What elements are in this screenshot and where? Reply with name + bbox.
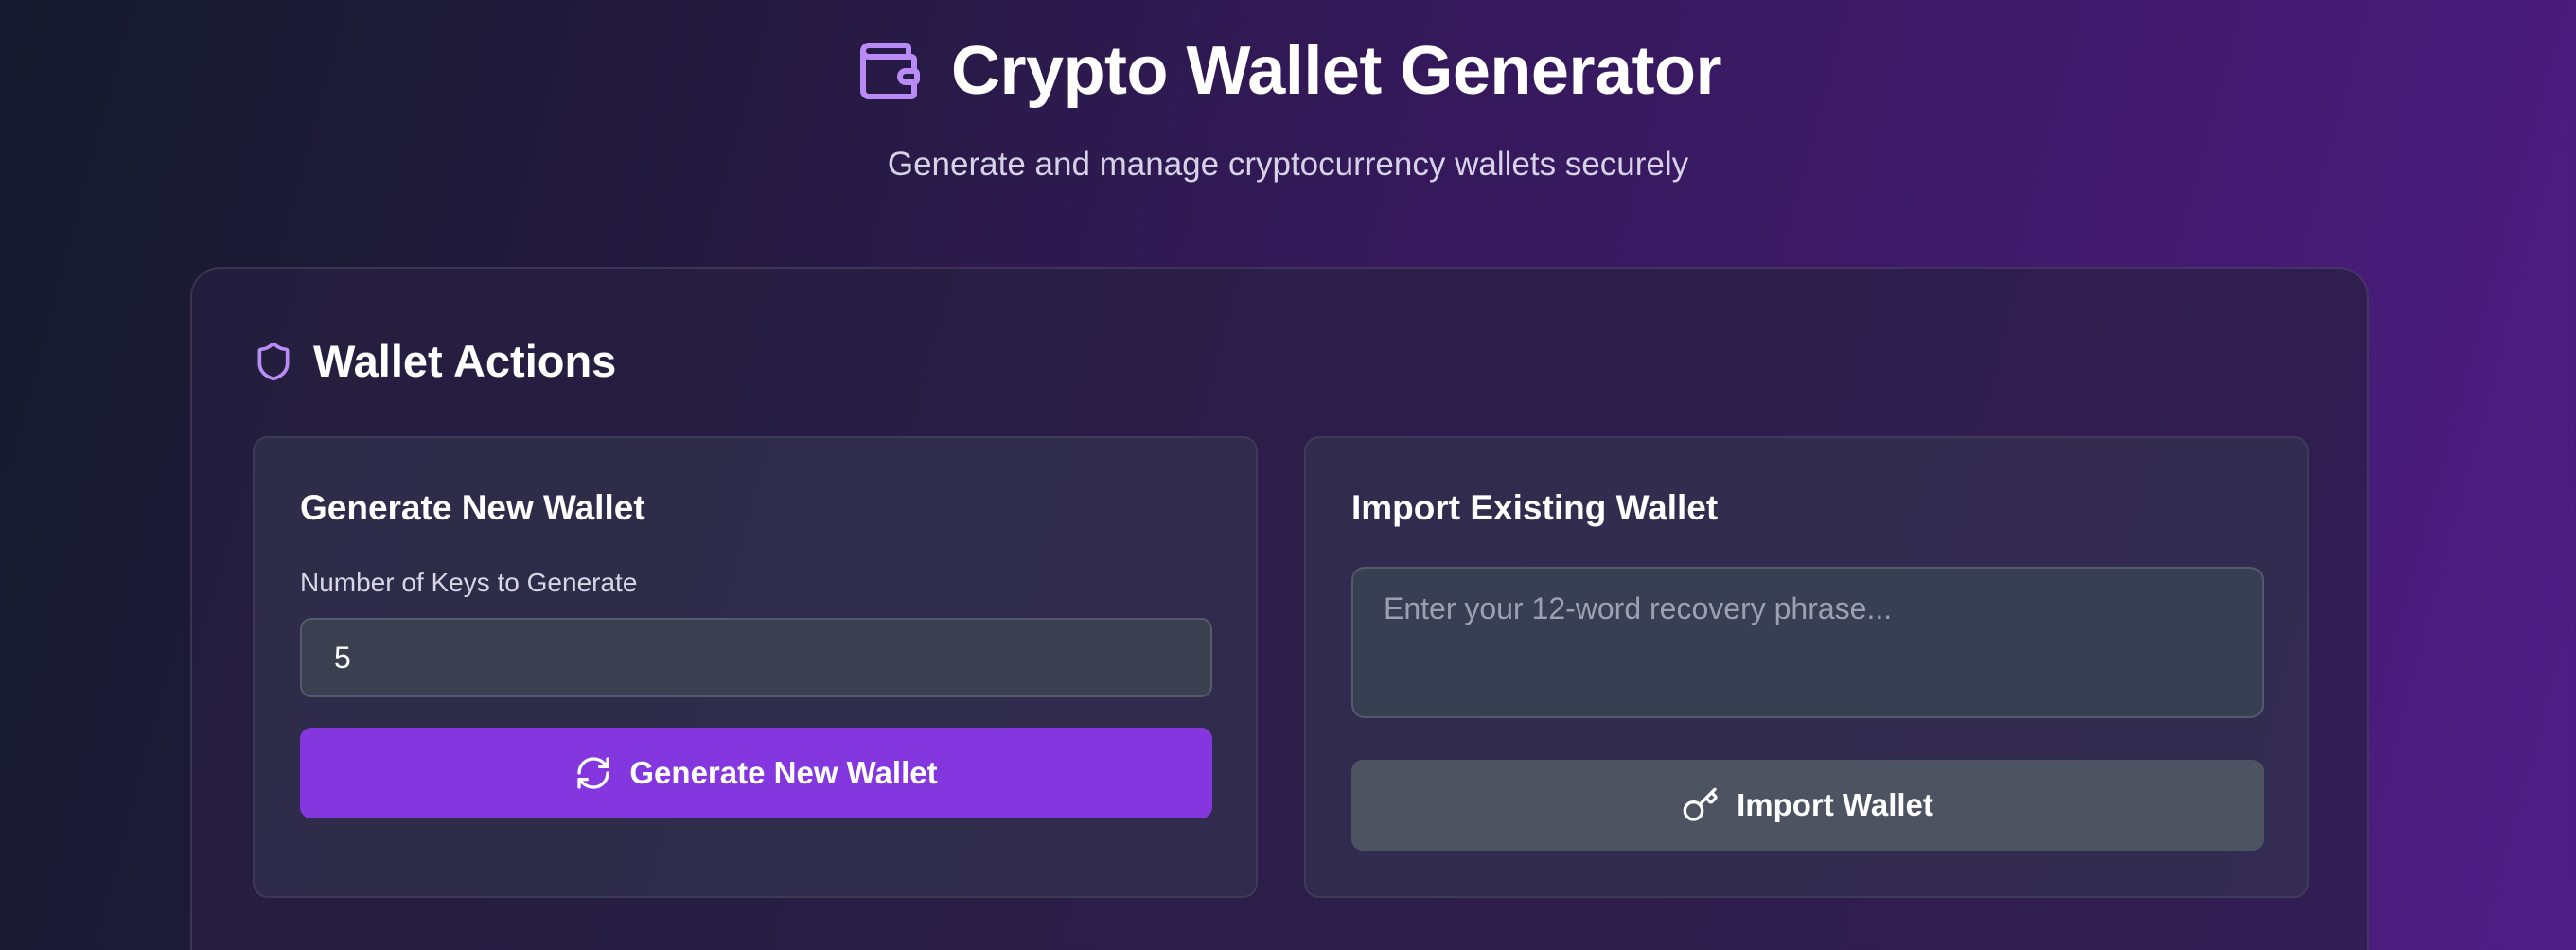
wallet-actions-panel: Wallet Actions Generate New Wallet Numbe… <box>190 267 2369 950</box>
generate-wallet-card: Generate New Wallet Number of Keys to Ge… <box>253 436 1258 898</box>
keys-count-input[interactable] <box>300 618 1212 697</box>
key-icon <box>1682 786 1720 824</box>
import-wallet-card: Import Existing Wallet Import Wallet <box>1304 436 2309 898</box>
import-wallet-button[interactable]: Import Wallet <box>1351 760 2264 851</box>
title-row: Crypto Wallet Generator <box>0 28 2576 114</box>
recovery-phrase-input[interactable] <box>1351 567 2264 718</box>
refresh-icon <box>574 754 612 792</box>
generate-card-title: Generate New Wallet <box>300 488 645 527</box>
page-title: Crypto Wallet Generator <box>951 33 1721 109</box>
panel-header: Wallet Actions <box>253 335 616 388</box>
page-subtitle: Generate and manage cryptocurrency walle… <box>887 146 1689 183</box>
keys-count-label: Number of Keys to Generate <box>300 568 638 597</box>
generate-wallet-button-label: Generate New Wallet <box>629 755 938 790</box>
shield-icon <box>253 341 294 382</box>
generate-wallet-button[interactable]: Generate New Wallet <box>300 728 1212 818</box>
import-card-title: Import Existing Wallet <box>1351 488 1719 527</box>
import-wallet-button-label: Import Wallet <box>1737 787 1933 822</box>
wallet-icon <box>855 37 923 105</box>
panel-title: Wallet Actions <box>313 336 617 386</box>
